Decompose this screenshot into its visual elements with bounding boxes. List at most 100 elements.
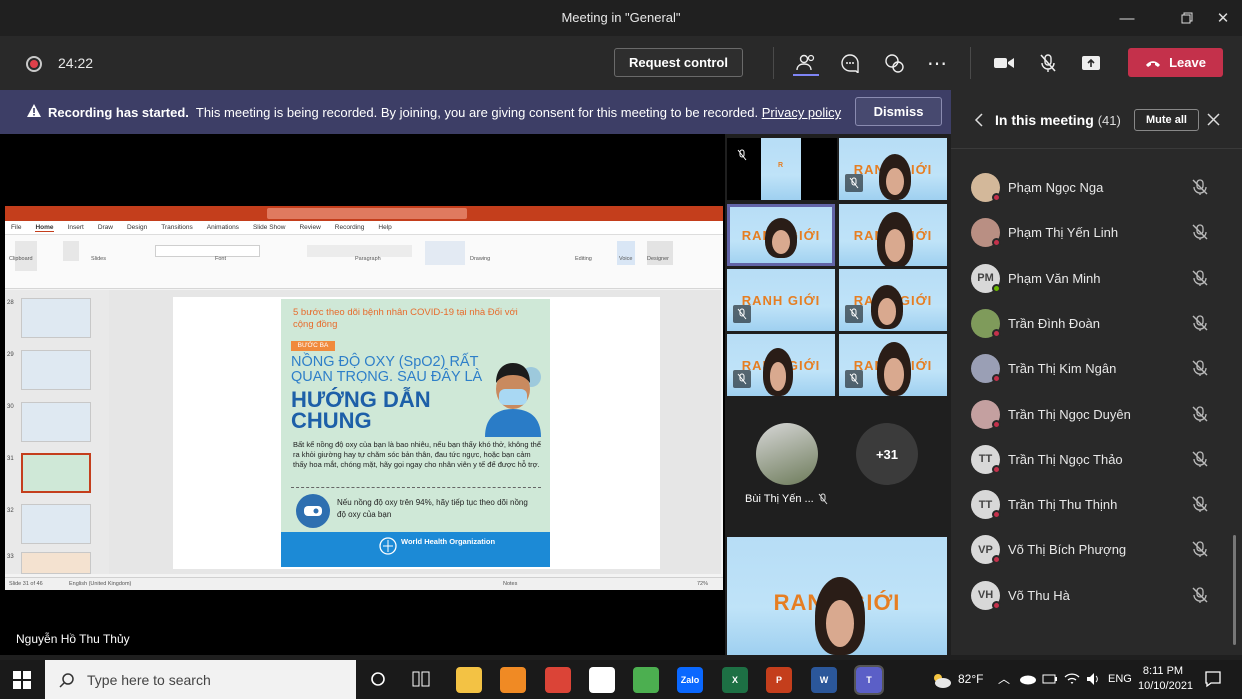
video-tile-speaking[interactable]: RANH GIỚI xyxy=(727,204,835,266)
participant-row[interactable]: Trần Thị Ngọc Duyên xyxy=(951,392,1231,437)
participant-name: Trần Thị Ngọc Thảo xyxy=(1008,451,1123,467)
title-bar: Meeting in "General" — ✕ xyxy=(0,0,1242,36)
window-title: Meeting in "General" xyxy=(561,10,681,25)
taskbar-clock[interactable]: 8:11 PM 10/10/2021 xyxy=(1138,664,1193,694)
font-select[interactable] xyxy=(155,245,260,257)
video-tile[interactable]: RANH GIỚI xyxy=(727,269,835,331)
ppt-tab[interactable]: Help xyxy=(378,224,391,231)
mic-off-icon xyxy=(1192,405,1208,422)
ppt-tab[interactable]: Recording xyxy=(335,224,365,231)
presence-status-icon xyxy=(992,600,1001,610)
slide-thumbnail-selected[interactable] xyxy=(21,453,91,493)
participant-row[interactable]: PM Phạm Văn Minh xyxy=(951,256,1231,301)
mic-off-icon xyxy=(1192,496,1208,513)
participant-row[interactable]: VH Võ Thu Hà xyxy=(951,573,1231,618)
self-video-tile[interactable]: RANH GIỚI xyxy=(727,537,947,655)
taskbar-app-icon[interactable]: T xyxy=(854,665,884,695)
notes-button[interactable]: Notes xyxy=(503,581,517,587)
taskbar-app-icon[interactable]: P xyxy=(766,667,792,693)
ppt-tab[interactable]: Home xyxy=(35,224,54,232)
ppt-search-box[interactable] xyxy=(267,208,467,219)
privacy-policy-link[interactable]: Privacy policy xyxy=(762,105,841,120)
taskbar-search[interactable]: Type here to search xyxy=(45,660,356,699)
ppt-tab[interactable]: Design xyxy=(127,224,147,231)
video-tile[interactable]: RANH GIỚI xyxy=(839,269,947,331)
thumb-number: 33 xyxy=(7,554,14,560)
banner-message: This meeting is being recorded. By joini… xyxy=(195,105,759,120)
slide-thumbnail[interactable] xyxy=(21,504,91,544)
request-control-button[interactable]: Request control xyxy=(614,48,743,77)
windows-start-icon[interactable] xyxy=(13,671,31,689)
cortana-icon[interactable] xyxy=(370,671,386,687)
video-tile[interactable]: R xyxy=(727,138,837,200)
chat-icon[interactable] xyxy=(837,50,863,76)
new-slide-icon[interactable] xyxy=(63,241,79,261)
mic-off-icon xyxy=(845,370,863,388)
leave-button[interactable]: Leave xyxy=(1128,48,1223,77)
participant-name: Võ Thị Bích Phượng xyxy=(1008,542,1127,558)
ppt-statusbar: Slide 31 of 46 English (United Kingdom) … xyxy=(5,577,723,590)
avatar[interactable] xyxy=(756,423,818,485)
mute-all-button[interactable]: Mute all xyxy=(1134,109,1199,131)
notifications-icon[interactable] xyxy=(1204,670,1222,688)
participant-row[interactable]: VP Võ Thị Bích Phượng xyxy=(951,527,1231,572)
participant-name: Trần Thị Thu Thịnh xyxy=(1008,497,1118,513)
ppt-tab[interactable]: Draw xyxy=(98,224,113,231)
wifi-icon[interactable] xyxy=(1064,671,1080,687)
taskbar-app-icon[interactable] xyxy=(633,667,659,693)
task-view-icon[interactable] xyxy=(412,671,430,687)
participant-row[interactable]: Trần Thị Kim Ngân xyxy=(951,346,1231,391)
input-language[interactable]: ENG xyxy=(1108,673,1132,685)
video-tile[interactable]: RANH GIỚI xyxy=(839,204,947,266)
taskbar-app-icon[interactable]: W xyxy=(811,667,837,693)
back-chevron-icon[interactable] xyxy=(974,113,984,127)
tray-chevron-icon[interactable]: ︿ xyxy=(998,670,1010,687)
taskbar-app-icon[interactable] xyxy=(545,667,571,693)
reactions-icon[interactable] xyxy=(881,50,907,76)
language-status: English (United Kingdom) xyxy=(69,581,132,587)
panel-scrollbar[interactable] xyxy=(1233,535,1236,645)
video-tile[interactable]: RANH GIỚI xyxy=(839,334,947,396)
ppt-tab[interactable]: File xyxy=(11,224,21,231)
dismiss-button[interactable]: Dismiss xyxy=(855,97,942,126)
taskbar-app-icon[interactable] xyxy=(456,667,482,693)
battery-icon[interactable] xyxy=(1042,672,1058,686)
participant-row[interactable]: TT Trần Thị Thu Thịnh xyxy=(951,482,1231,527)
participants-icon[interactable] xyxy=(793,50,819,76)
taskbar-app-icon[interactable] xyxy=(589,667,615,693)
slide-title: HƯỚNG DẪN CHUNG xyxy=(291,387,431,433)
slide-thumbnail[interactable] xyxy=(21,298,91,338)
minimize-icon[interactable]: — xyxy=(1104,0,1150,36)
volume-icon[interactable] xyxy=(1085,671,1101,687)
taskbar-app-icon[interactable]: Zalo xyxy=(677,667,703,693)
more-options-icon[interactable]: ⋯ xyxy=(924,50,950,76)
slide-thumbnail[interactable] xyxy=(21,402,91,442)
video-tile[interactable]: RANH GIỚI xyxy=(727,334,835,396)
more-participants-button[interactable]: +31 xyxy=(856,423,918,485)
shapes-icon[interactable] xyxy=(425,241,465,265)
ppt-tab[interactable]: Transitions xyxy=(161,224,193,231)
participant-row[interactable]: TT Trần Thị Ngọc Thảo xyxy=(951,437,1231,482)
share-screen-icon[interactable] xyxy=(1078,50,1104,76)
weather-icon[interactable] xyxy=(930,671,952,689)
slide-thumbnail[interactable] xyxy=(21,552,91,574)
recording-banner: Recording has started. This meeting is b… xyxy=(0,90,951,134)
video-tile[interactable]: RANH GIỚI xyxy=(839,138,947,200)
close-panel-icon[interactable] xyxy=(1207,113,1220,126)
ppt-tab[interactable]: Review xyxy=(299,224,320,231)
participant-row[interactable]: Phạm Ngọc Nga xyxy=(951,165,1231,210)
slide-thumbnail[interactable] xyxy=(21,350,91,390)
participant-row[interactable]: Trần Đình Đoàn xyxy=(951,301,1231,346)
mic-off-icon[interactable] xyxy=(1035,50,1061,76)
taskbar-app-icon[interactable]: X xyxy=(722,667,748,693)
participant-row[interactable]: Phạm Thị Yến Linh xyxy=(951,210,1231,255)
ppt-tab[interactable]: Insert xyxy=(68,224,84,231)
onedrive-icon[interactable] xyxy=(1018,673,1036,685)
ppt-tab[interactable]: Slide Show xyxy=(253,224,286,231)
presenter-name: Nguyễn Hồ Thu Thủy xyxy=(16,632,130,646)
taskbar-app-icon[interactable] xyxy=(500,667,526,693)
camera-icon[interactable] xyxy=(991,50,1017,76)
close-icon[interactable]: ✕ xyxy=(1200,0,1242,36)
divider xyxy=(291,487,541,488)
ppt-tab[interactable]: Animations xyxy=(207,224,239,231)
